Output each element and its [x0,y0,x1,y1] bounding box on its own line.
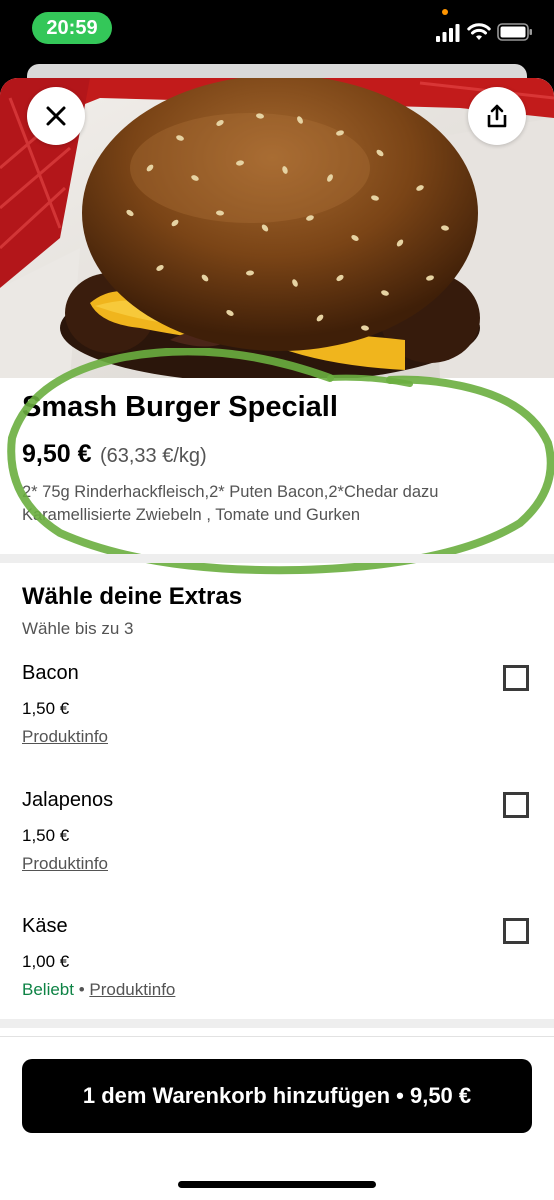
footer-border [0,1036,554,1037]
share-button[interactable] [468,87,526,145]
product-sheet: Smash Burger Speciall 9,50 € (63,33 €/kg… [0,78,554,1200]
option-name: Käse [22,915,68,937]
extra-option-bacon[interactable]: Bacon 1,50 € Produktinfo [0,662,554,788]
produktinfo-link[interactable]: Produktinfo [89,980,175,999]
home-indicator[interactable] [178,1181,376,1188]
option-name: Bacon [22,662,79,684]
product-title: Smash Burger Speciall [22,391,338,423]
battery-icon [497,23,532,41]
status-bar: 20:59 [0,0,554,62]
close-icon [46,106,66,126]
status-time[interactable]: 20:59 [32,12,112,44]
meta-separator: • [73,980,90,999]
option-checkbox[interactable] [503,792,529,818]
produktinfo-link[interactable]: Produktinfo [22,727,108,746]
signal-icon [436,24,460,42]
price-row: 9,50 € (63,33 €/kg) [22,440,207,469]
option-name: Jalapenos [22,789,114,811]
product-image [0,78,554,378]
option-meta: Produktinfo [22,727,108,747]
option-checkbox[interactable] [503,665,529,691]
section-divider [0,1019,554,1028]
extras-title: Wähle deine Extras [22,583,243,610]
option-meta: Produktinfo [22,854,108,874]
share-icon [487,104,507,128]
product-price: 9,50 € [22,440,92,468]
add-to-cart-button[interactable]: 1 dem Warenkorb hinzufügen • 9,50 € [22,1059,532,1133]
option-price: 1,50 € [22,826,70,845]
unit-price: (63,33 €/kg) [99,445,207,467]
extras-subtitle: Wähle bis zu 3 [22,619,134,638]
option-price: 1,50 € [22,699,70,718]
popular-badge: Beliebt [22,980,74,999]
option-meta: Beliebt • Produktinfo [22,980,175,1000]
option-price: 1,00 € [22,952,70,971]
product-description: 2* 75g Rinderhackfleisch,2* Puten Bacon,… [22,483,439,524]
section-divider [0,554,554,563]
privacy-indicator-dot [442,9,448,15]
close-button[interactable] [27,87,85,145]
option-checkbox[interactable] [503,918,529,944]
wifi-icon [467,23,491,40]
produktinfo-link[interactable]: Produktinfo [22,854,108,873]
phone-screen: 20:59 Smash Burger Speciall 9,50 € (63,3… [0,0,554,1200]
extra-option-jalapenos[interactable]: Jalapenos 1,50 € Produktinfo [0,789,554,915]
